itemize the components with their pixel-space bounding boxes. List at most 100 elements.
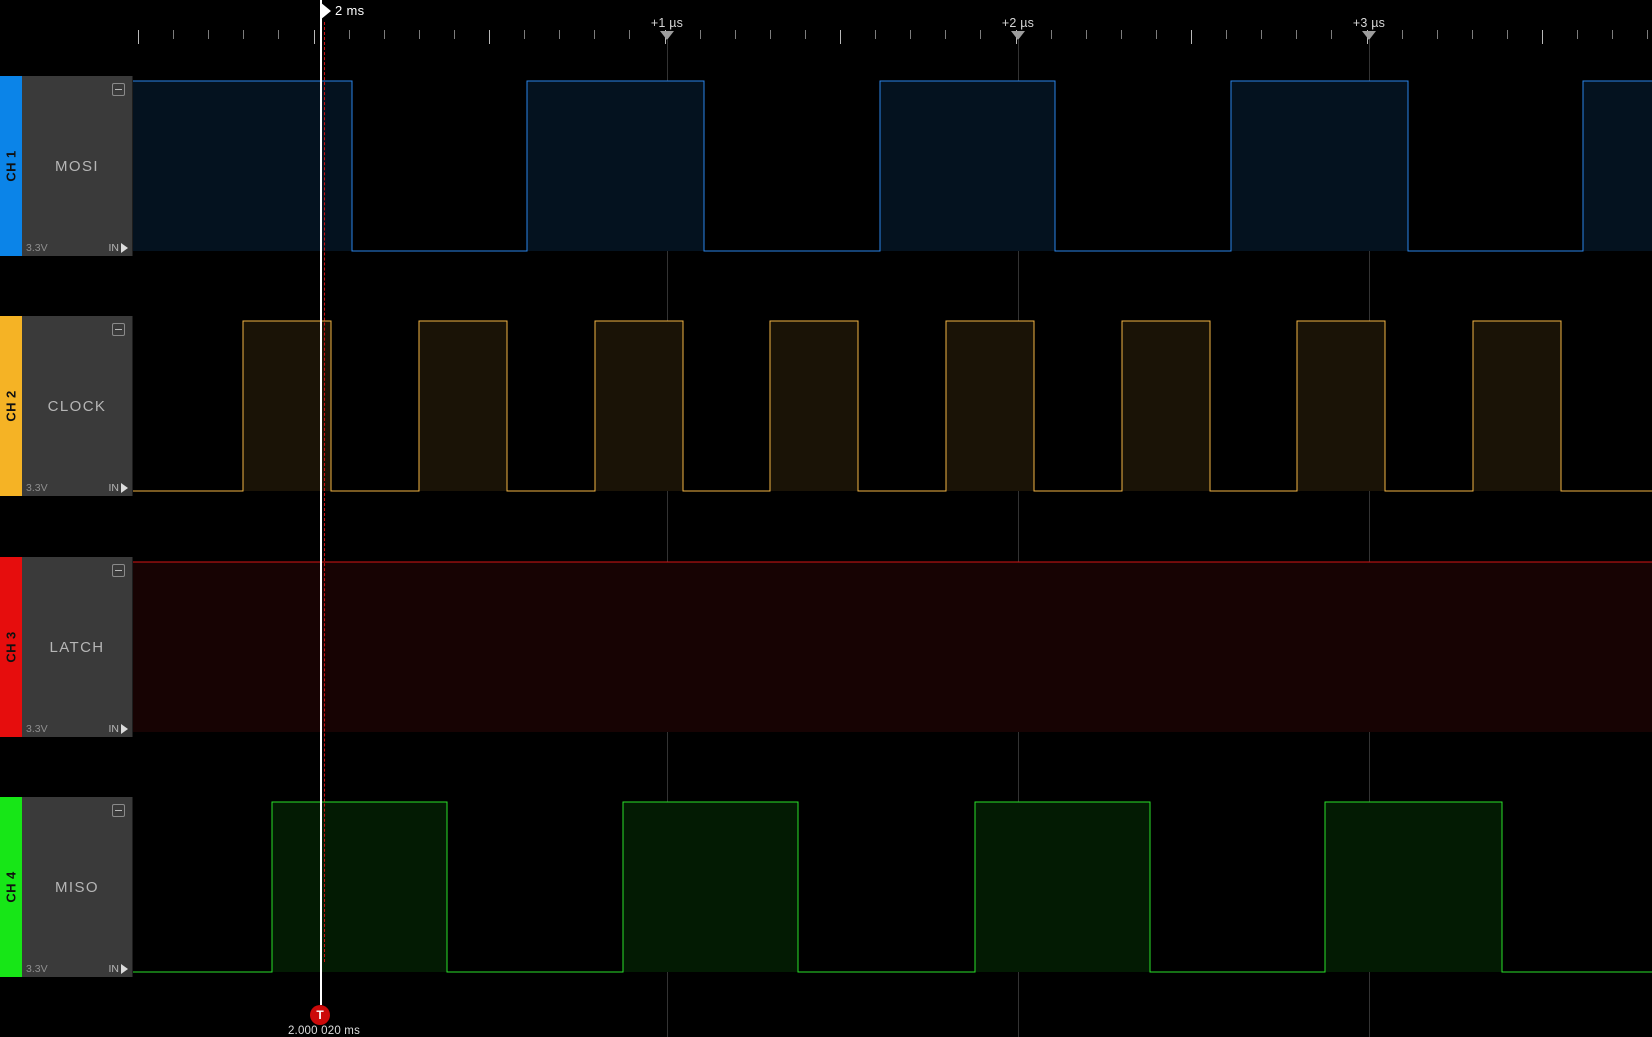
ruler-tick [910,30,912,39]
ruler-marker-triangle-icon [660,31,674,40]
channel-waveform[interactable] [0,316,1652,496]
ruler-marker-triangle-icon [1011,31,1025,40]
collapse-icon[interactable] [112,804,125,817]
ruler-tick [348,30,350,39]
channel-direction-label: IN [108,482,120,494]
channel-name-label: MOSI [55,157,99,175]
collapse-icon[interactable] [112,83,125,96]
ruler-tick [418,30,420,39]
channel-voltage-label: 3.3V [26,242,48,254]
ruler-tick [489,30,490,44]
ruler-tick [173,30,175,39]
ruler-tick [1085,30,1087,39]
ruler-tick [1506,30,1508,39]
ruler-tick [1331,30,1333,39]
ruler-tick [313,30,315,44]
ruler-tick [1296,30,1298,39]
cursor-time-label: 2 ms [335,3,365,18]
ruler-tick [1261,30,1263,39]
ruler-tick [734,30,736,39]
channel-direction[interactable]: IN [108,242,128,254]
channel-row: CH 4 MISO 3.3V IN [0,797,1652,977]
channel-waveform[interactable] [0,797,1652,977]
channel-direction[interactable]: IN [108,482,128,494]
ruler-tick [1120,30,1122,39]
ruler-tick [1612,30,1614,39]
ruler-tick [559,30,561,39]
channel-color-bar[interactable]: CH 2 [0,316,22,496]
direction-arrow-icon [121,964,128,974]
channel-id-label: CH 1 [3,150,19,182]
collapse-icon[interactable] [112,564,125,577]
ruler-tick [1401,30,1403,39]
cursor-flag-icon[interactable] [320,2,331,20]
ruler-tick [1647,30,1649,39]
channel-direction-label: IN [108,723,120,735]
channel-direction-label: IN [108,963,120,975]
trigger-line[interactable] [324,22,325,962]
channel-panel-latch[interactable]: CH 3 LATCH 3.3V IN [0,557,133,737]
timeline-ruler[interactable]: +1 µs +2 µs +3 µs [0,0,1652,68]
ruler-tick [1471,30,1473,39]
waveform-viewer: +1 µs +2 µs +3 µs CH 1 MOSI 3.3V IN CH 2 CLOCK 3… [0,0,1652,1037]
ruler-tick [594,30,596,39]
ruler-tick [1542,30,1543,44]
channel-direction-label: IN [108,242,120,254]
direction-arrow-icon [121,724,128,734]
ruler-tick [1191,30,1192,44]
ruler-tick [278,30,280,39]
channel-direction[interactable]: IN [108,723,128,735]
ruler-tick [945,30,947,39]
ruler-tick [453,30,455,39]
ruler-tick [208,30,210,39]
channel-direction[interactable]: IN [108,963,128,975]
ruler-tick [840,30,841,44]
ruler-tick [524,30,526,39]
channel-waveform[interactable] [0,557,1652,737]
ruler-time-label: +1 µs [650,16,684,30]
ruler-tick [980,30,982,39]
channel-panel-mosi[interactable]: CH 1 MOSI 3.3V IN [0,76,133,256]
channel-info-body[interactable]: MOSI 3.3V IN [22,76,133,256]
channel-name-label: CLOCK [47,397,107,415]
ruler-time-label: +2 µs [1001,16,1035,30]
ruler-tick [1155,30,1157,39]
channel-info-body[interactable]: MISO 3.3V IN [22,797,133,977]
channel-info-body[interactable]: LATCH 3.3V IN [22,557,133,737]
channel-panel-clock[interactable]: CH 2 CLOCK 3.3V IN [0,316,133,496]
ruler-tick [1226,30,1228,39]
channel-voltage-label: 3.3V [26,723,48,735]
ruler-tick [875,30,877,39]
ruler-tick [699,30,701,39]
channel-name-label: MISO [55,878,99,896]
channel-id-label: CH 2 [3,390,19,422]
ruler-tick [138,30,139,44]
channel-info-body[interactable]: CLOCK 3.3V IN [22,316,133,496]
ruler-tick [383,30,385,39]
trigger-time-label: 2.000 020 ms [287,1025,361,1037]
ruler-marker-triangle-icon [1362,31,1376,40]
ruler-tick [1577,30,1579,39]
channel-row: CH 2 CLOCK 3.3V IN [0,316,1652,496]
cursor-line[interactable] [320,0,322,1005]
channel-voltage-label: 3.3V [26,482,48,494]
ruler-tick [804,30,806,39]
trigger-marker[interactable]: T [310,1005,330,1025]
direction-arrow-icon [121,243,128,253]
channel-row: CH 3 LATCH 3.3V IN [0,557,1652,737]
channel-color-bar[interactable]: CH 4 [0,797,22,977]
ruler-tick [1436,30,1438,39]
channel-waveform[interactable] [0,76,1652,256]
channel-id-label: CH 3 [3,631,19,663]
channel-name-label: LATCH [49,638,105,656]
channel-color-bar[interactable]: CH 1 [0,76,22,256]
ruler-tick [243,30,245,39]
ruler-tick [769,30,771,39]
channel-color-bar[interactable]: CH 3 [0,557,22,737]
channel-id-label: CH 4 [3,871,19,903]
collapse-icon[interactable] [112,323,125,336]
channel-voltage-label: 3.3V [26,963,48,975]
ruler-tick [629,30,631,39]
channel-panel-miso[interactable]: CH 4 MISO 3.3V IN [0,797,133,977]
channel-row: CH 1 MOSI 3.3V IN [0,76,1652,256]
